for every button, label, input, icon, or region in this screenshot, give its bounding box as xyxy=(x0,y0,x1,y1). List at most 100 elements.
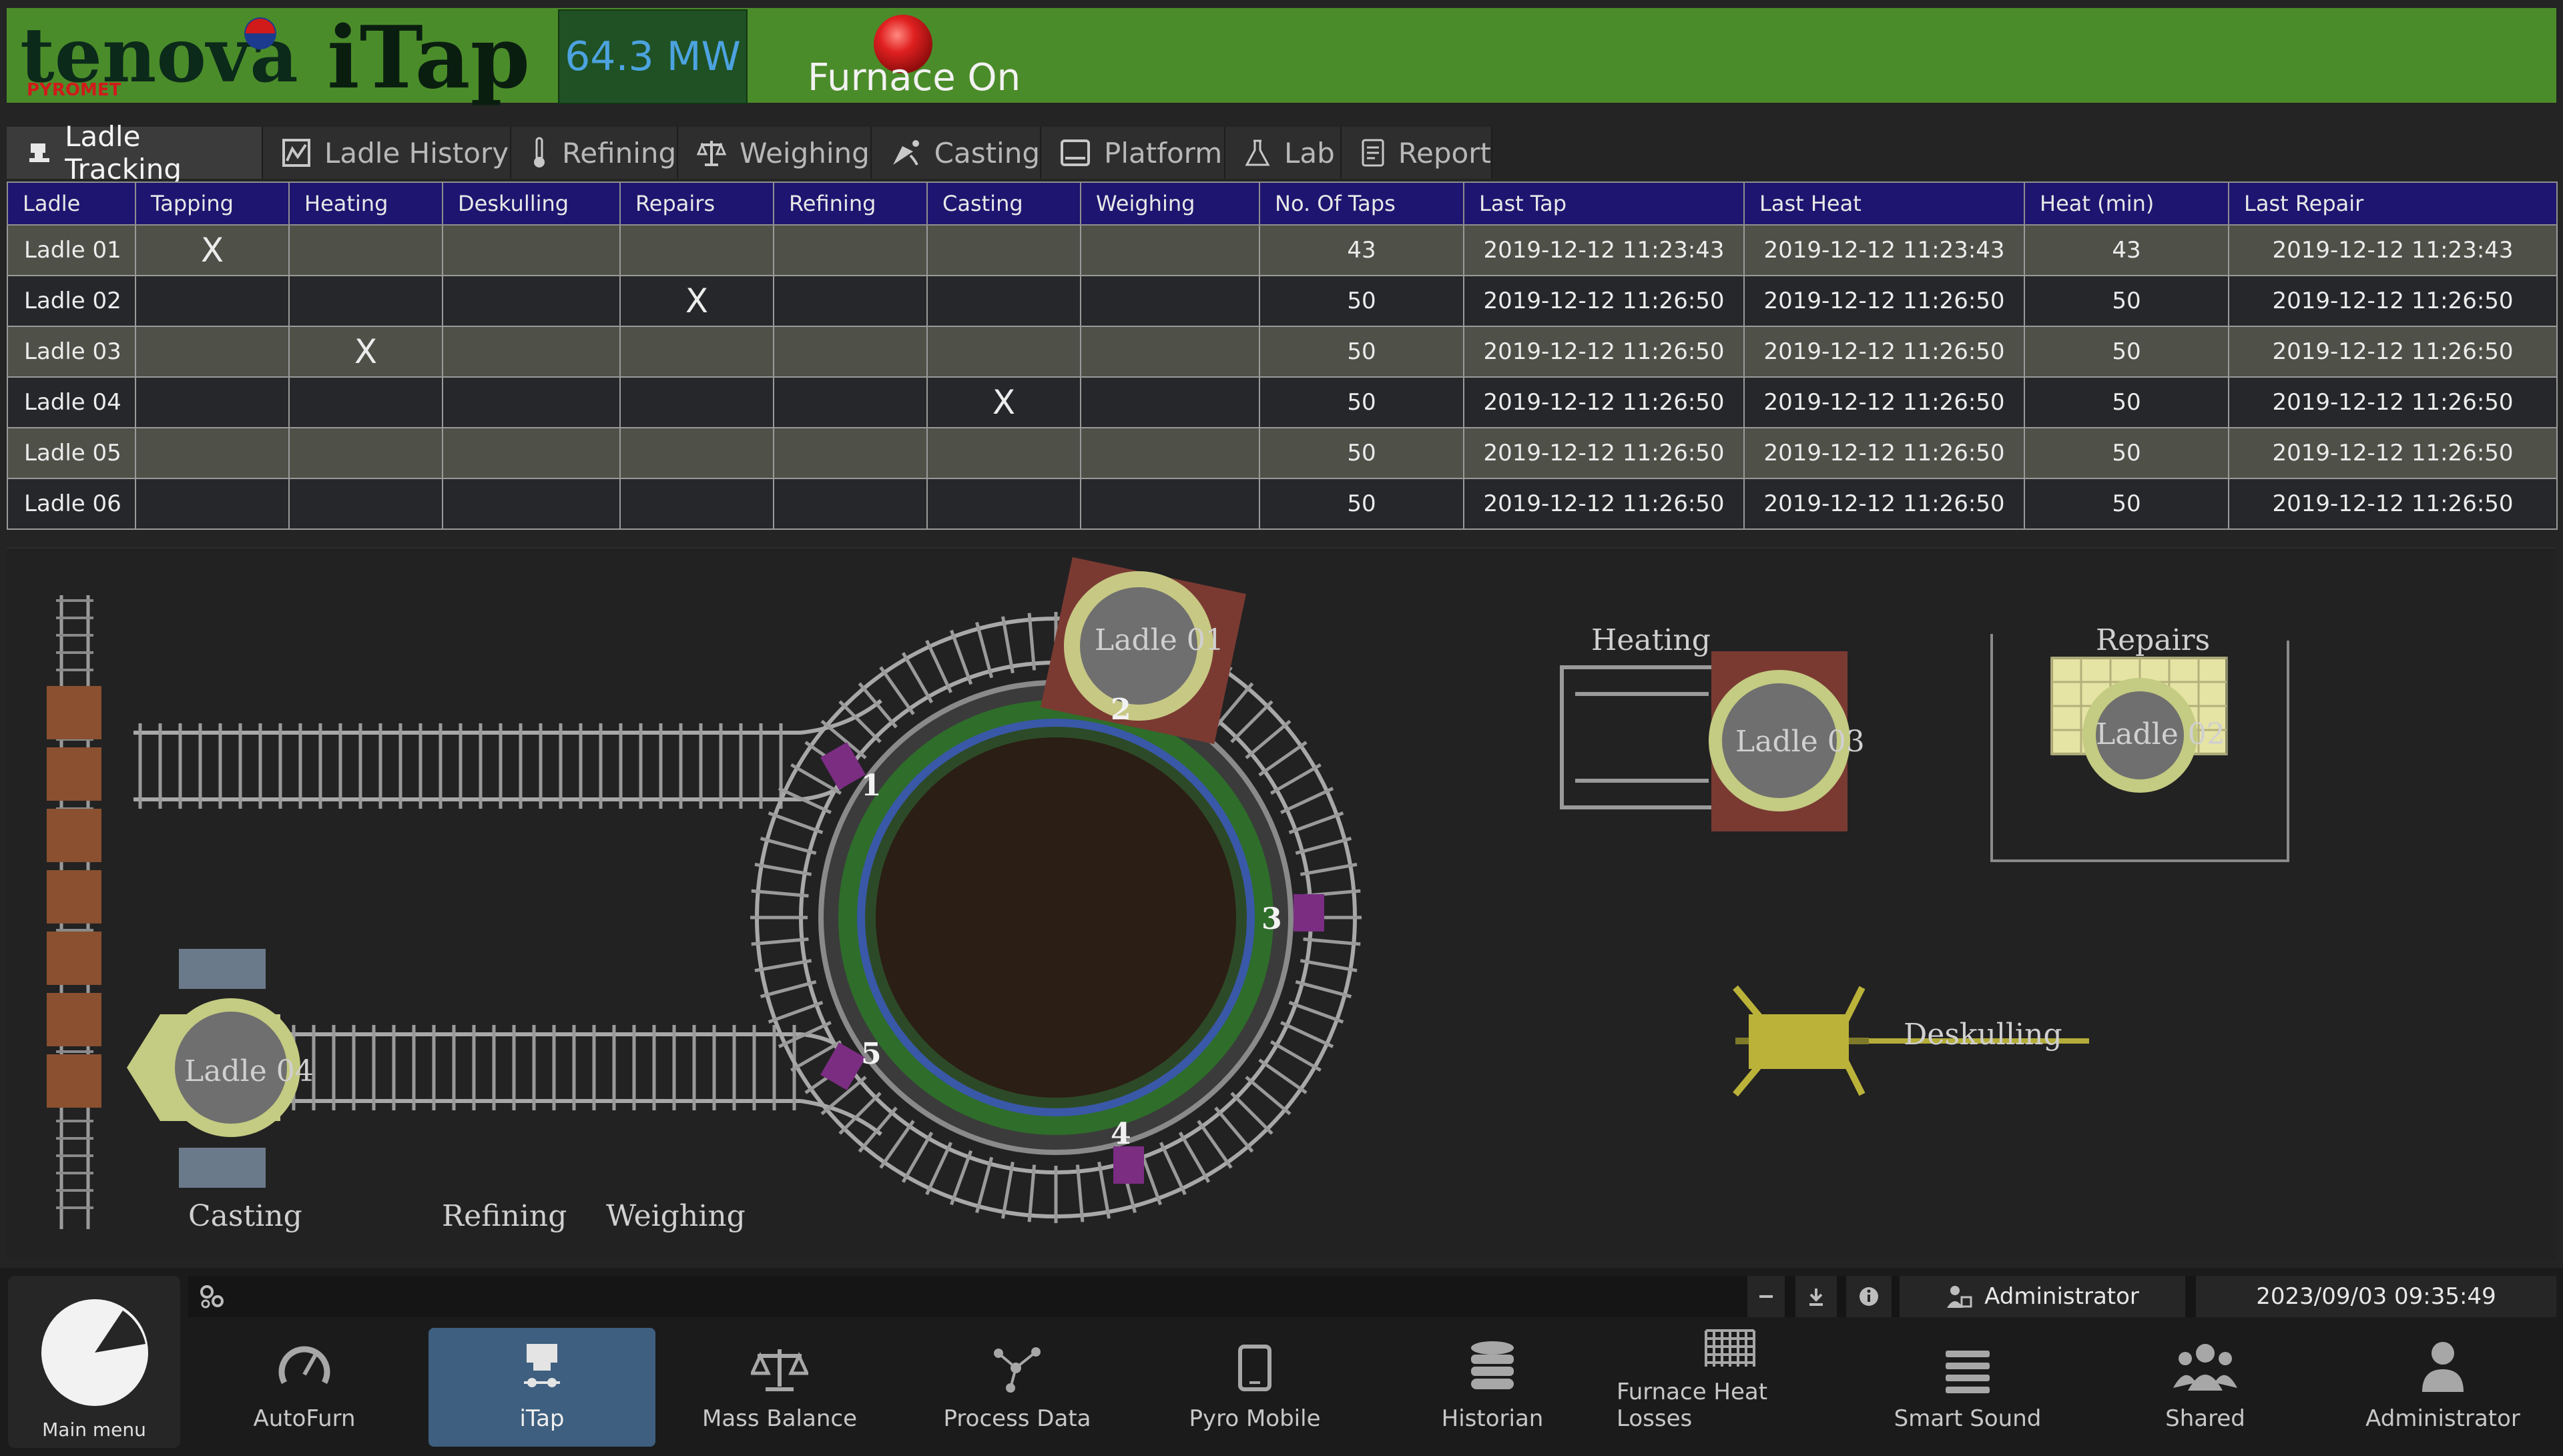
column-header[interactable]: Ladle xyxy=(7,181,136,226)
group-icon xyxy=(2173,1344,2237,1391)
nav-furnace-heat-losses[interactable]: Furnace Heat Losses xyxy=(1617,1328,1843,1447)
nav-mass-balance[interactable]: Mass Balance xyxy=(666,1328,893,1447)
upper-rail xyxy=(133,699,882,809)
column-header[interactable]: Last Tap xyxy=(1463,181,1745,226)
refining-label: Refining xyxy=(442,1199,567,1233)
table-cell xyxy=(926,224,1081,276)
tab-lab[interactable]: Lab xyxy=(1225,127,1342,179)
column-header[interactable]: Weighing xyxy=(1080,181,1260,226)
table-cell: 2019-12-12 11:26:50 xyxy=(2228,478,2558,530)
tab-label: Refining xyxy=(562,136,677,169)
table-cell: 2019-12-12 11:26:50 xyxy=(2228,275,2558,327)
column-header[interactable]: Casting xyxy=(926,181,1081,226)
nav-label: Administrator xyxy=(2365,1405,2520,1432)
ladle-tracking-table: Ladle Tapping Heating Deskulling Repairs… xyxy=(7,181,2558,530)
table-cell: 50 xyxy=(1259,326,1464,378)
table-row[interactable]: Ladle 01 X 43 2019-12-12 11:23:43 2019-12-12… xyxy=(7,224,2558,276)
ladle-name-cell: Ladle 01 xyxy=(7,224,136,276)
column-header[interactable]: No. Of Taps xyxy=(1259,181,1464,226)
brand-subtitle: PYROMET xyxy=(27,80,121,100)
download-button[interactable] xyxy=(1795,1276,1837,1317)
user-badge-icon xyxy=(1947,1286,1972,1308)
table-cell: 43 xyxy=(1259,224,1464,276)
table-cell: 2019-12-12 11:23:43 xyxy=(1463,224,1745,276)
clock: 2023/09/03 09:35:49 xyxy=(2196,1276,2556,1317)
tab-weighing[interactable]: Weighing xyxy=(678,127,872,179)
table-cell xyxy=(619,224,774,276)
nav-label: AutoFurn xyxy=(253,1405,356,1432)
ladle-name-cell: Ladle 03 xyxy=(7,326,136,378)
column-header[interactable]: Tapping xyxy=(135,181,290,226)
ladle-icon xyxy=(29,143,49,162)
tab-ladle-history[interactable]: Ladle History xyxy=(263,127,511,179)
nav-label: Furnace Heat Losses xyxy=(1617,1379,1768,1432)
table-cell xyxy=(1080,478,1260,530)
table-cell: 43 xyxy=(2024,224,2229,276)
main-menu-label: Main menu xyxy=(42,1419,146,1441)
column-header[interactable]: Heating xyxy=(288,181,443,226)
settings-cluster-icon[interactable] xyxy=(196,1281,227,1312)
ladle-name-cell: Ladle 04 xyxy=(7,376,136,428)
column-header[interactable]: Heat (min) xyxy=(2024,181,2229,226)
nav-autofurn[interactable]: AutoFurn xyxy=(191,1328,418,1447)
column-header[interactable]: Repairs xyxy=(619,181,774,226)
table-cell xyxy=(619,326,774,378)
tab-ladle-tracking[interactable]: Ladle Tracking xyxy=(7,120,263,186)
power-readout: 64.3 MW xyxy=(558,9,748,104)
tap-hole-4-label: 4 xyxy=(1111,1117,1131,1151)
table-cell xyxy=(926,478,1081,530)
table-cell: 2019-12-12 11:26:50 xyxy=(1743,326,2025,378)
table-cell: 50 xyxy=(2024,478,2229,530)
table-row[interactable]: Ladle 03 X 50 2019-12-12 11:26:50 2019-12-12… xyxy=(7,326,2558,378)
table-cell xyxy=(442,376,621,428)
nav-label: Pyro Mobile xyxy=(1189,1405,1321,1432)
main-menu-button[interactable]: Main menu xyxy=(8,1276,180,1448)
tab-refining[interactable]: Refining xyxy=(511,127,678,179)
nav-administrator[interactable]: Administrator xyxy=(2329,1328,2556,1447)
nav-label: iTap xyxy=(519,1405,565,1432)
tap-hole-2-label: 2 xyxy=(1111,693,1131,727)
table-cell: 50 xyxy=(2024,376,2229,428)
table-cell xyxy=(288,275,443,327)
column-header[interactable]: Last Heat xyxy=(1743,181,2025,226)
column-header[interactable]: Deskulling xyxy=(442,181,621,226)
casting-label: Casting xyxy=(188,1199,302,1233)
nav-itap[interactable]: iTap xyxy=(429,1328,655,1447)
table-cell: 50 xyxy=(2024,326,2229,378)
ladle-01-label: Ladle 01 xyxy=(1095,623,1224,657)
tab-label: Platform xyxy=(1104,136,1223,169)
tab-report[interactable]: Report xyxy=(1342,127,1492,179)
nav-shared[interactable]: Shared xyxy=(2092,1328,2319,1447)
table-cell xyxy=(442,427,621,479)
table-row[interactable]: Ladle 05 50 2019-12-12 11:26:50 2019-12-12 … xyxy=(7,427,2558,479)
table-cell: 2019-12-12 11:26:50 xyxy=(1463,376,1745,428)
nav-smart-sound[interactable]: Smart Sound xyxy=(1854,1328,2081,1447)
table-cell xyxy=(442,224,621,276)
current-user[interactable]: Administrator xyxy=(1900,1276,2185,1317)
table-cell: 50 xyxy=(1259,427,1464,479)
table-cell: 50 xyxy=(1259,478,1464,530)
table-cell: 2019-12-12 11:26:50 xyxy=(1463,478,1745,530)
ladle-02-label: Ladle 02 xyxy=(2096,717,2225,751)
table-cell xyxy=(1080,275,1260,327)
info-button[interactable] xyxy=(1846,1276,1892,1317)
table-cell xyxy=(619,376,774,428)
column-header[interactable]: Refining xyxy=(773,181,928,226)
minimize-button[interactable] xyxy=(1747,1276,1785,1317)
tab-platform[interactable]: Platform xyxy=(1041,127,1225,179)
table-row[interactable]: Ladle 06 50 2019-12-12 11:26:50 2019-12-12 … xyxy=(7,478,2558,530)
nav-historian[interactable]: Historian xyxy=(1379,1328,1606,1447)
tab-casting[interactable]: Casting xyxy=(872,127,1041,179)
nav-pyro-mobile[interactable]: Pyro Mobile xyxy=(1141,1328,1368,1447)
nav-process-data[interactable]: Process Data xyxy=(904,1328,1131,1447)
table-cell xyxy=(926,427,1081,479)
flask-icon xyxy=(1245,139,1270,166)
column-header[interactable]: Last Repair xyxy=(2228,181,2558,226)
table-cell xyxy=(619,478,774,530)
download-icon xyxy=(1809,1289,1823,1306)
furnace-status: Furnace On xyxy=(808,56,1021,99)
table-row[interactable]: Ladle 04 X 50 2019-12-12 11:26:50 2019-12-12… xyxy=(7,376,2558,428)
table-cell: X xyxy=(926,376,1081,428)
table-header-row: Ladle Tapping Heating Deskulling Repairs… xyxy=(7,181,2558,226)
table-row[interactable]: Ladle 02 X 50 2019-12-12 11:26:50 2019-12-12… xyxy=(7,275,2558,327)
